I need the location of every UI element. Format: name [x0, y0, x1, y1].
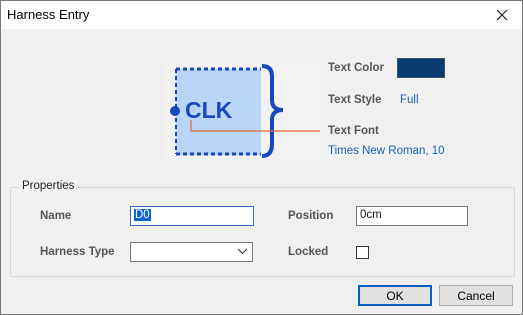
harness-pin-dot	[170, 106, 180, 116]
ok-button[interactable]: OK	[358, 285, 432, 306]
harness-brace	[261, 64, 284, 158]
cancel-button[interactable]: Cancel	[439, 285, 513, 306]
harness-entry-preview: CLK	[165, 62, 320, 160]
text-color-swatch[interactable]	[397, 58, 445, 78]
position-input[interactable]: 0cm	[356, 206, 468, 226]
harness-type-select[interactable]	[130, 242, 253, 262]
harness-entry-dialog: Harness Entry CLK Text Color Text Style …	[0, 0, 523, 315]
locked-checkbox[interactable]	[356, 246, 369, 259]
properties-group	[10, 187, 515, 277]
text-style-value-link[interactable]: Full	[400, 94, 419, 106]
position-input-value: 0cm	[360, 209, 382, 221]
harness-preview-graphic: CLK	[170, 64, 320, 158]
name-input-value: D0	[134, 209, 151, 221]
text-font-label: Text Font	[328, 125, 379, 137]
harness-type-label: Harness Type	[40, 246, 115, 258]
dialog-title: Harness Entry	[7, 7, 90, 22]
name-input[interactable]: D0	[130, 206, 254, 226]
text-color-label: Text Color	[328, 62, 385, 74]
text-font-value-link[interactable]: Times New Roman, 10	[328, 145, 445, 157]
text-style-label: Text Style	[328, 94, 382, 106]
name-label: Name	[40, 210, 72, 222]
preview-label: CLK	[185, 97, 233, 123]
chevron-down-icon	[237, 248, 248, 255]
properties-group-title: Properties	[19, 180, 78, 192]
title-bar: Harness Entry	[1, 1, 522, 29]
locked-label: Locked	[288, 246, 329, 258]
close-button[interactable]	[482, 1, 522, 29]
close-icon	[496, 9, 508, 21]
dialog-content: CLK Text Color Text Style Full Text Font…	[1, 29, 522, 314]
position-label: Position	[288, 210, 334, 222]
